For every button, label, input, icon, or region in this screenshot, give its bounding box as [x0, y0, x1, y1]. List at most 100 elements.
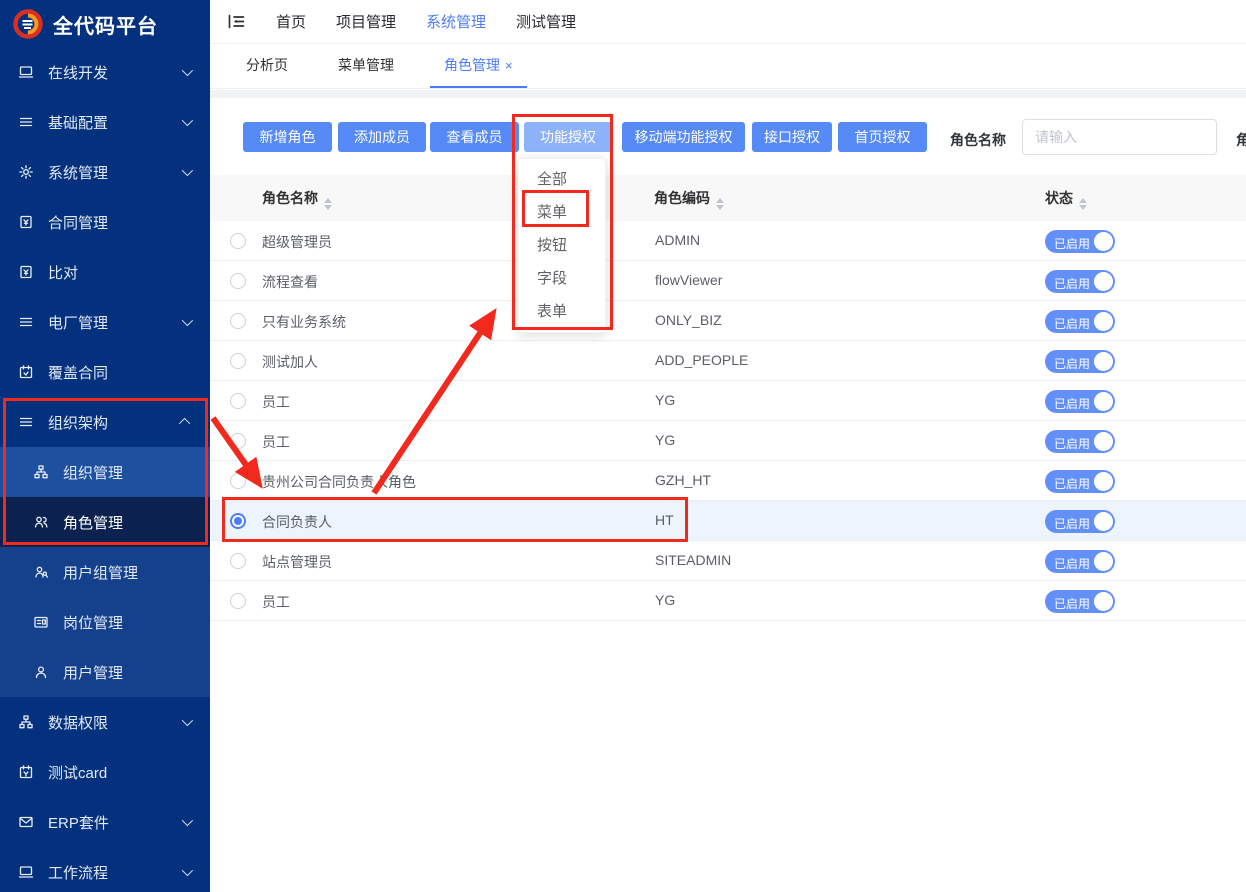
- table-row[interactable]: 测试加人 ADD_PEOPLE 已启用: [210, 341, 1246, 381]
- function-auth-button[interactable]: 功能授权: [524, 122, 612, 152]
- chevron-down-icon: [182, 865, 193, 876]
- tab-menu-mgmt[interactable]: 菜单管理: [324, 44, 408, 88]
- column-role-code[interactable]: 角色编码: [654, 188, 724, 210]
- status-toggle[interactable]: 已启用: [1045, 230, 1115, 253]
- nav-item-project-mgmt[interactable]: 项目管理: [336, 11, 396, 32]
- contract-icon: [18, 214, 34, 230]
- radio-button[interactable]: [230, 433, 246, 449]
- top-nav: 首页 项目管理 系统管理 测试管理: [210, 0, 1246, 44]
- radio-button[interactable]: [230, 593, 246, 609]
- dropdown-item-form[interactable]: 表单: [519, 295, 605, 328]
- role-code-cell: YG: [655, 592, 675, 608]
- dropdown-item-all[interactable]: 全部: [519, 163, 605, 196]
- sidebar-item-user-mgmt[interactable]: 用户管理: [0, 647, 210, 697]
- status-toggle[interactable]: 已启用: [1045, 430, 1115, 453]
- sidebar-item-system-mgmt[interactable]: 系统管理: [0, 147, 210, 197]
- toggle-knob: [1094, 272, 1113, 291]
- table-row[interactable]: 只有业务系统 ONLY_BIZ 已启用: [210, 301, 1246, 341]
- nav-item-test-mgmt[interactable]: 测试管理: [516, 11, 576, 32]
- radio-button[interactable]: [230, 393, 246, 409]
- sidebar-item-label: 用户管理: [63, 662, 123, 683]
- toggle-knob: [1094, 232, 1113, 251]
- view-members-button[interactable]: 查看成员: [430, 122, 519, 152]
- role-name-cell: 员工: [262, 592, 290, 612]
- radio-button[interactable]: [230, 273, 246, 289]
- radio-button[interactable]: [230, 353, 246, 369]
- nav-item-home[interactable]: 首页: [276, 11, 306, 32]
- calendar-icon: [18, 364, 34, 380]
- column-role-name[interactable]: 角色名称: [262, 188, 332, 210]
- sidebar-item-compare[interactable]: 比对: [0, 247, 210, 297]
- api-auth-button[interactable]: 接口授权: [752, 122, 832, 152]
- table-row[interactable]: 站点管理员 SITEADMIN 已启用: [210, 541, 1246, 581]
- sidebar-item-data-permission[interactable]: 数据权限: [0, 697, 210, 747]
- radio-button[interactable]: [230, 473, 246, 489]
- table-row[interactable]: 员工 YG 已启用: [210, 581, 1246, 621]
- sidebar-item-user-group-mgmt[interactable]: 用户组管理: [0, 547, 210, 597]
- table-row[interactable]: 超级管理员 ADMIN 已启用: [210, 221, 1246, 261]
- tab-analysis[interactable]: 分析页: [232, 44, 302, 88]
- status-toggle[interactable]: 已启用: [1045, 510, 1115, 533]
- sidebar-item-label: 基础配置: [48, 112, 182, 133]
- dropdown-item-field[interactable]: 字段: [519, 262, 605, 295]
- list-icon: [18, 114, 34, 130]
- role-name-cell: 贵州公司合同负责人角色: [262, 472, 416, 492]
- sidebar-item-org-structure[interactable]: 组织架构: [0, 397, 210, 447]
- table-row[interactable]: 贵州公司合同负责人角色 GZH_HT 已启用: [210, 461, 1246, 501]
- chevron-down-icon: [182, 315, 193, 326]
- nav-item-system-mgmt[interactable]: 系统管理: [426, 11, 486, 32]
- radio-button[interactable]: [230, 233, 246, 249]
- sidebar-item-cover-contract[interactable]: 覆盖合同: [0, 347, 210, 397]
- status-toggle[interactable]: 已启用: [1045, 550, 1115, 573]
- status-toggle[interactable]: 已启用: [1045, 390, 1115, 413]
- sidebar-item-org-mgmt[interactable]: 组织管理: [0, 447, 210, 497]
- sidebar-item-role-mgmt[interactable]: 角色管理: [0, 497, 210, 547]
- sort-icon[interactable]: [1079, 198, 1087, 210]
- two-users-icon: [33, 514, 49, 530]
- logo[interactable]: 全代码平台: [0, 0, 210, 48]
- radio-button[interactable]: [230, 553, 246, 569]
- sidebar-item-contract-mgmt[interactable]: 合同管理: [0, 197, 210, 247]
- role-name-cell: 测试加人: [262, 352, 318, 372]
- chevron-down-icon: [182, 115, 193, 126]
- sidebar-item-label: ERP套件: [48, 812, 182, 833]
- sidebar-item-plant-mgmt[interactable]: 电厂管理: [0, 297, 210, 347]
- dropdown-item-menu[interactable]: 菜单: [519, 196, 605, 229]
- close-icon[interactable]: ×: [505, 58, 513, 73]
- mobile-function-auth-button[interactable]: 移动端功能授权: [622, 122, 745, 152]
- sidebar-item-label: 岗位管理: [63, 612, 123, 633]
- home-auth-button[interactable]: 首页授权: [838, 122, 927, 152]
- add-member-button[interactable]: 添加成员: [338, 122, 426, 152]
- sidebar-item-base-config[interactable]: 基础配置: [0, 97, 210, 147]
- sort-icon[interactable]: [716, 198, 724, 210]
- column-status[interactable]: 状态: [1045, 188, 1087, 210]
- sidebar-item-post-mgmt[interactable]: 岗位管理: [0, 597, 210, 647]
- table-row[interactable]: 员工 YG 已启用: [210, 421, 1246, 461]
- table-row[interactable]: 员工 YG 已启用: [210, 381, 1246, 421]
- list-icon: [18, 414, 34, 430]
- table-row[interactable]: 流程查看 flowViewer 已启用: [210, 261, 1246, 301]
- add-role-button[interactable]: 新增角色: [243, 122, 332, 152]
- role-name-input[interactable]: [1022, 119, 1217, 155]
- sort-icon[interactable]: [324, 198, 332, 210]
- sidebar-item-online-dev[interactable]: 在线开发: [0, 47, 210, 97]
- status-toggle[interactable]: 已启用: [1045, 470, 1115, 493]
- table-row-selected[interactable]: 合同负责人 HT 已启用: [210, 501, 1246, 541]
- status-toggle[interactable]: 已启用: [1045, 590, 1115, 613]
- radio-button-checked[interactable]: [230, 513, 246, 529]
- tab-role-mgmt[interactable]: 角色管理 ×: [430, 44, 527, 88]
- sidebar-item-test-card[interactable]: 测试card: [0, 747, 210, 797]
- table-header: 角色名称 角色编码 状态: [210, 175, 1246, 221]
- menu-fold-icon[interactable]: [227, 12, 246, 31]
- status-toggle[interactable]: 已启用: [1045, 350, 1115, 373]
- sidebar-item-label: 电厂管理: [48, 312, 182, 333]
- status-toggle[interactable]: 已启用: [1045, 310, 1115, 333]
- function-auth-dropdown: 全部 菜单 按钮 字段 表单: [518, 158, 606, 333]
- status-toggle[interactable]: 已启用: [1045, 270, 1115, 293]
- dropdown-item-button[interactable]: 按钮: [519, 229, 605, 262]
- sidebar-item-workflow[interactable]: 工作流程: [0, 847, 210, 892]
- sidebar-item-erp-suite[interactable]: ERP套件: [0, 797, 210, 847]
- status-label: 已启用: [1054, 595, 1090, 612]
- radio-button[interactable]: [230, 313, 246, 329]
- toggle-knob: [1094, 512, 1113, 531]
